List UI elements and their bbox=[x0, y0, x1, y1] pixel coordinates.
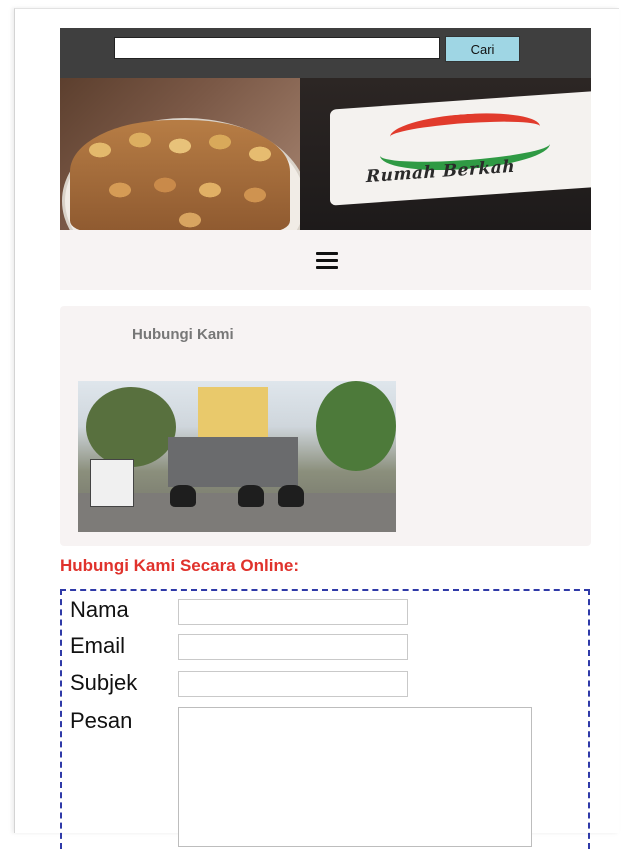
email-field[interactable] bbox=[178, 634, 408, 660]
search-input[interactable] bbox=[114, 37, 440, 59]
store-front-photo bbox=[78, 381, 396, 532]
shop-sign: Rumah Berkah bbox=[330, 90, 591, 206]
contact-form: Nama Email Subjek Pesan bbox=[60, 589, 590, 849]
name-label: Nama bbox=[70, 597, 129, 622]
search-button[interactable]: Cari bbox=[445, 36, 520, 62]
contact-form-heading: Hubungi Kami Secara Online: bbox=[60, 556, 299, 575]
email-label: Email bbox=[70, 633, 126, 658]
subject-label: Subjek bbox=[70, 670, 138, 695]
banner-food-photo bbox=[60, 78, 308, 230]
message-label: Pesan bbox=[70, 708, 133, 733]
subject-field[interactable] bbox=[178, 671, 408, 697]
message-field[interactable] bbox=[178, 707, 532, 847]
page-title: Hubungi Kami bbox=[132, 326, 234, 343]
header-banner: Rumah Berkah bbox=[60, 78, 591, 230]
menu-bar bbox=[60, 230, 591, 290]
name-field[interactable] bbox=[178, 599, 408, 625]
search-bar: Cari bbox=[60, 28, 591, 78]
food-image bbox=[70, 120, 290, 230]
banner-shop-sign-photo: Rumah Berkah bbox=[300, 78, 591, 230]
content-card: Hubungi Kami bbox=[60, 306, 591, 546]
hamburger-menu-icon[interactable] bbox=[316, 252, 338, 270]
